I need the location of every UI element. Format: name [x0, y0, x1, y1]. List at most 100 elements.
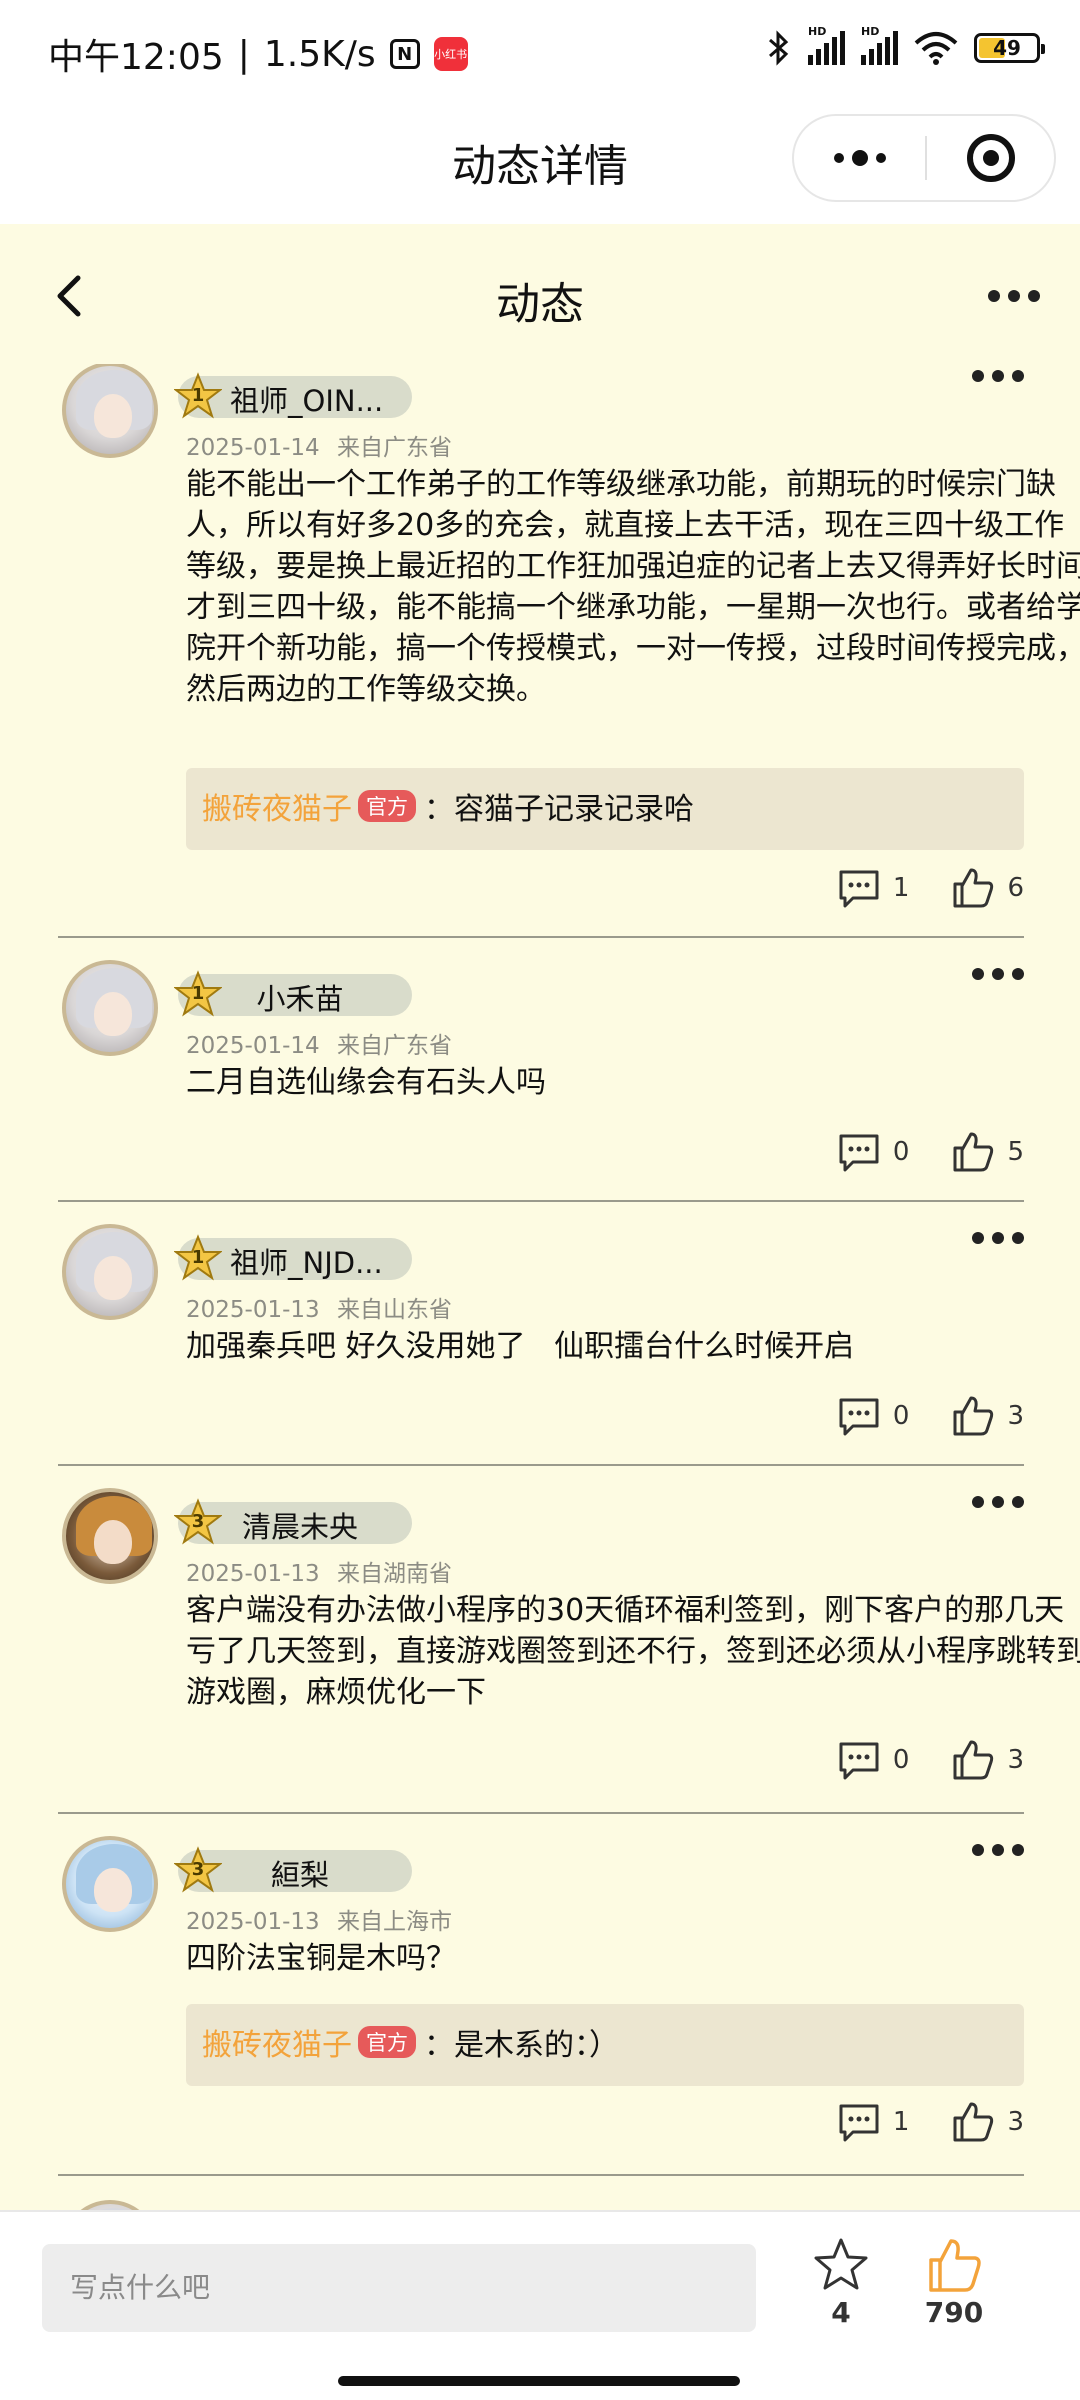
post-actions: 0 3: [837, 1738, 1024, 1782]
post-like-button[interactable]: 790: [916, 2236, 992, 2329]
username[interactable]: 祖师_OIN...: [230, 378, 383, 420]
post-more-button[interactable]: [972, 1496, 1024, 1508]
network-speed: 1.5K/s: [263, 33, 376, 75]
official-reply[interactable]: 搬砖夜猫子 官方 ： 容猫子记录记录哈: [186, 768, 1024, 850]
post-meta: 2025-01-13 来自上海市: [186, 1902, 452, 1936]
user-avatar[interactable]: [62, 2200, 158, 2210]
like-button[interactable]: 5: [951, 1130, 1024, 1174]
battery-level: 49: [993, 36, 1021, 60]
thumbs-up-icon: [953, 2102, 994, 2142]
like-count: 3: [1007, 1745, 1024, 1775]
user-avatar[interactable]: [62, 1488, 158, 1584]
thumbs-up-icon: [929, 2239, 981, 2292]
favorite-button[interactable]: 4: [808, 2236, 874, 2329]
comment-icon: [839, 870, 879, 908]
star-icon: [814, 2238, 868, 2290]
like-button[interactable]: 3: [951, 2100, 1024, 2144]
post-more-button[interactable]: [972, 370, 1024, 382]
official-reply[interactable]: 搬砖夜猫子 官方 ： 是木系的：）: [186, 2004, 1024, 2086]
post-content: 二月自选仙缘会有石头人吗: [186, 1065, 546, 1100]
post-more-button[interactable]: [972, 968, 1024, 980]
wifi-icon: [914, 32, 958, 65]
post-content: 四阶法宝铜是木吗？: [186, 1941, 456, 1976]
capsule-close-button[interactable]: [927, 134, 1054, 182]
post-like-count: 790: [924, 2296, 984, 2329]
like-count: 6: [1007, 873, 1024, 903]
level-star-icon: 1: [173, 1234, 223, 1282]
post-location: 来自广东省: [336, 435, 452, 461]
comment-button[interactable]: 1: [837, 866, 910, 910]
page-title: 动态: [496, 279, 584, 330]
status-bar: 中午12:05 | 1.5K/s N 小红书 HD HD 49: [0, 0, 1080, 100]
post-content: 客户端没有办法做小程序的30天循环福利签到，刚下客户的那几天亏了几天签到，直接游…: [186, 1593, 1080, 1710]
signal-icon-1: HD: [808, 25, 845, 65]
username[interactable]: 祖师_NJD...: [230, 1240, 383, 1282]
page-more-button[interactable]: [988, 290, 1040, 302]
comment-icon: [839, 1134, 879, 1172]
post-more-button[interactable]: [972, 1232, 1024, 1244]
comment-button[interactable]: 0: [837, 1130, 909, 1174]
comment-button[interactable]: 1: [837, 2100, 910, 2144]
more-dot-icon: [1028, 290, 1040, 302]
comment-count: 1: [892, 2107, 910, 2137]
signal-icon-2: HD: [861, 25, 898, 65]
like-button[interactable]: 3: [951, 1738, 1024, 1782]
comment-count: 0: [892, 1401, 910, 1431]
comment-button[interactable]: 0: [837, 1394, 910, 1438]
reply-text: 是木系的：）: [454, 2028, 619, 2063]
user-avatar[interactable]: [62, 960, 158, 1056]
post-content: 能不能出一个工作弟子的工作等级继承功能，前期玩的时候宗门缺人，所以有好多20多的…: [186, 467, 1080, 707]
favorite-count: 4: [831, 2296, 851, 2329]
comment-input[interactable]: 写点什么吧: [42, 2244, 756, 2332]
thumbs-up-icon: [953, 1132, 994, 1172]
reply-separator: ：: [424, 792, 454, 827]
like-count: 3: [1007, 1401, 1024, 1431]
username[interactable]: 絙梨: [188, 1852, 412, 1894]
bluetooth-icon: [769, 30, 789, 66]
post-item: 1 祖师_OIN... 2025-01-14 来自广东省 能不能出一个工作弟子的…: [58, 364, 1080, 938]
post-location: 来自湖南省: [336, 1561, 452, 1587]
post-date: 2025-01-14: [186, 435, 320, 461]
like-count: 3: [1007, 2107, 1024, 2137]
user-avatar[interactable]: [62, 1836, 158, 1932]
target-icon: [966, 134, 1015, 182]
post-divider: [58, 2174, 1024, 2176]
like-button[interactable]: 6: [951, 866, 1024, 910]
post-actions: 1 6: [837, 866, 1024, 910]
thumbs-up-icon: [953, 868, 994, 908]
post-item: 1 小禾苗 2025-01-14 来自广东省 二月自选仙缘会有石头人吗 0 5: [58, 938, 1024, 1202]
post-meta: 2025-01-14 来自广东省: [186, 1026, 452, 1060]
reply-author[interactable]: 搬砖夜猫子: [202, 784, 352, 828]
xiaohongshu-icon: 小红书: [433, 37, 468, 71]
reply-separator: ：: [424, 2028, 454, 2063]
comment-icon: [839, 1398, 879, 1436]
level-number: 1: [191, 1247, 205, 1268]
official-badge: 官方: [358, 790, 416, 822]
user-avatar[interactable]: [62, 364, 158, 458]
like-button[interactable]: 3: [951, 1394, 1024, 1438]
thumbs-up-icon: [953, 1740, 994, 1780]
status-left: 中午12:05 | 1.5K/s N 小红书: [48, 28, 468, 80]
capsule-more-button[interactable]: [794, 150, 925, 166]
level-star-icon: 1: [173, 372, 223, 420]
post-location: 来自山东省: [336, 1297, 452, 1323]
like-count: 5: [1007, 1137, 1024, 1167]
capsule-menu: [792, 114, 1056, 202]
user-avatar[interactable]: [62, 1224, 158, 1320]
reply-author[interactable]: 搬砖夜猫子: [202, 2020, 352, 2064]
post-more-button[interactable]: [972, 1844, 1024, 1856]
username[interactable]: 小禾苗: [188, 976, 412, 1018]
post-item: 3 絙梨 2025-01-13 来自上海市 四阶法宝铜是木吗？ 搬砖夜猫子 官方…: [58, 1814, 1024, 2176]
more-icon-right: [875, 153, 886, 163]
mini-program-header: 动态详情: [0, 100, 1080, 224]
post-feed[interactable]: 1 祖师_OIN... 2025-01-14 来自广东省 能不能出一个工作弟子的…: [0, 364, 1080, 2210]
home-indicator[interactable]: [338, 2376, 740, 2386]
username[interactable]: 清晨未央: [188, 1504, 412, 1546]
post-actions: 0 3: [837, 1394, 1024, 1438]
comment-count: 1: [892, 873, 910, 903]
status-time: 中午12:05: [48, 37, 224, 78]
post-actions: 0 5: [837, 1130, 1024, 1174]
post-meta: 2025-01-13 来自山东省: [186, 1290, 452, 1324]
comment-button[interactable]: 0: [837, 1738, 909, 1782]
post-actions: 1 3: [837, 2100, 1024, 2144]
